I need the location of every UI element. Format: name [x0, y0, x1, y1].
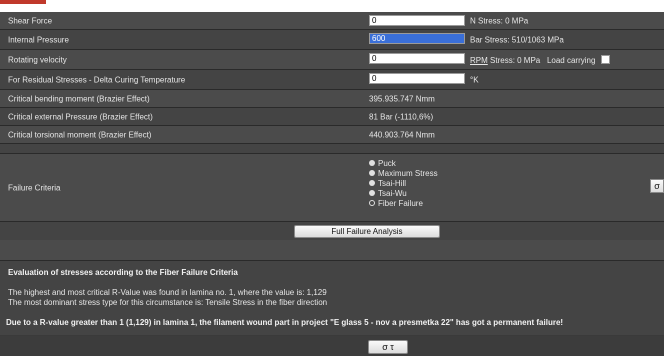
residual-temperature-unit: °K [470, 75, 479, 84]
load-carrying-checkbox[interactable] [600, 54, 610, 64]
critical-pressure-label: Critical external Pressure (Brazier Effe… [8, 112, 153, 121]
radio-label: Puck [378, 159, 396, 168]
radio-label: Tsai-Wu [378, 189, 407, 198]
rotating-velocity-label: Rotating velocity [8, 55, 67, 64]
radio-label: Tsai-Hill [378, 179, 406, 188]
sigma-tau-button[interactable]: σ τ [368, 340, 408, 354]
radio-maximum-stress[interactable]: Maximum Stress [369, 169, 438, 179]
row-separator [0, 240, 664, 261]
row-critical-pressure: Critical external Pressure (Brazier Effe… [0, 108, 664, 126]
critical-bending-label: Critical bending moment (Brazier Effect) [8, 94, 150, 103]
failure-criteria-label: Failure Criteria [8, 183, 61, 192]
radio-dot[interactable] [369, 160, 375, 166]
top-accent [0, 0, 46, 4]
sigma-side-button[interactable]: σ [650, 179, 664, 193]
radio-dot[interactable] [369, 170, 375, 176]
shear-force-input[interactable] [369, 15, 465, 26]
critical-torsional-label: Critical torsional moment (Brazier Effec… [8, 130, 152, 139]
radio-dot[interactable] [369, 200, 375, 206]
evaluation-panel: Evaluation of stresses according to the … [0, 261, 664, 335]
bottom-bar: σ τ [0, 336, 664, 356]
rotating-velocity-stress: Stress: 0 MPa [490, 55, 541, 65]
internal-pressure-input[interactable] [369, 33, 465, 44]
failure-criteria-radio-group: Puck Maximum Stress Tsai-Hill Tsai-Wu Fi… [369, 159, 438, 209]
radio-puck[interactable]: Puck [369, 159, 438, 169]
rpm-link[interactable]: RPM [470, 56, 488, 65]
radio-label: Maximum Stress [378, 169, 438, 178]
evaluation-line-2: The most dominant stress type for this c… [8, 298, 328, 307]
load-carrying-label: Load carrying [546, 55, 596, 65]
row-rotating-velocity: Rotating velocity RPM Stress: 0 MPa Load… [0, 50, 664, 70]
radio-dot[interactable] [369, 190, 375, 196]
critical-pressure-value: 81 Bar (-1110,6%) [369, 112, 434, 121]
row-critical-bending: Critical bending moment (Brazier Effect)… [0, 90, 664, 108]
row-internal-pressure: Internal Pressure Bar Stress: 510/1063 M… [0, 30, 664, 50]
row-residual-temperature: For Residual Stresses - Delta Curing Tem… [0, 70, 664, 90]
internal-pressure-label: Internal Pressure [8, 35, 69, 44]
evaluation-heading: Evaluation of stresses according to the … [8, 268, 238, 277]
radio-label: Fiber Failure [378, 199, 423, 208]
top-strip [0, 0, 664, 12]
row-spacer [0, 144, 664, 154]
radio-tsai-hill[interactable]: Tsai-Hill [369, 179, 438, 189]
internal-pressure-stress: Bar Stress: 510/1063 MPa [470, 35, 564, 44]
shear-force-label: Shear Force [8, 16, 53, 25]
radio-fiber-failure[interactable]: Fiber Failure [369, 199, 438, 209]
critical-torsional-value: 440.903.764 Nmm [369, 130, 435, 139]
shear-force-stress: N Stress: 0 MPa [470, 16, 529, 25]
residual-temperature-label: For Residual Stresses - Delta Curing Tem… [8, 75, 186, 84]
rotating-velocity-info: RPM Stress: 0 MPa Load carrying [470, 54, 610, 65]
evaluation-line-1: The highest and most critical R-Value wa… [8, 288, 327, 297]
rotating-velocity-input[interactable] [369, 53, 465, 64]
row-critical-torsional: Critical torsional moment (Brazier Effec… [0, 126, 664, 144]
full-failure-analysis-button[interactable]: Full Failure Analysis [294, 225, 440, 238]
evaluation-conclusion: Due to a R-value greater than 1 (1,129) … [6, 318, 564, 327]
radio-dot[interactable] [369, 180, 375, 186]
row-failure-criteria: Failure Criteria Puck Maximum Stress Tsa… [0, 154, 664, 222]
row-analysis-button: Full Failure Analysis [0, 222, 664, 240]
critical-bending-value: 395.935.747 Nmm [369, 94, 435, 103]
radio-tsai-wu[interactable]: Tsai-Wu [369, 189, 438, 199]
row-shear-force: Shear Force N Stress: 0 MPa [0, 12, 664, 30]
residual-temperature-input[interactable] [369, 73, 465, 84]
